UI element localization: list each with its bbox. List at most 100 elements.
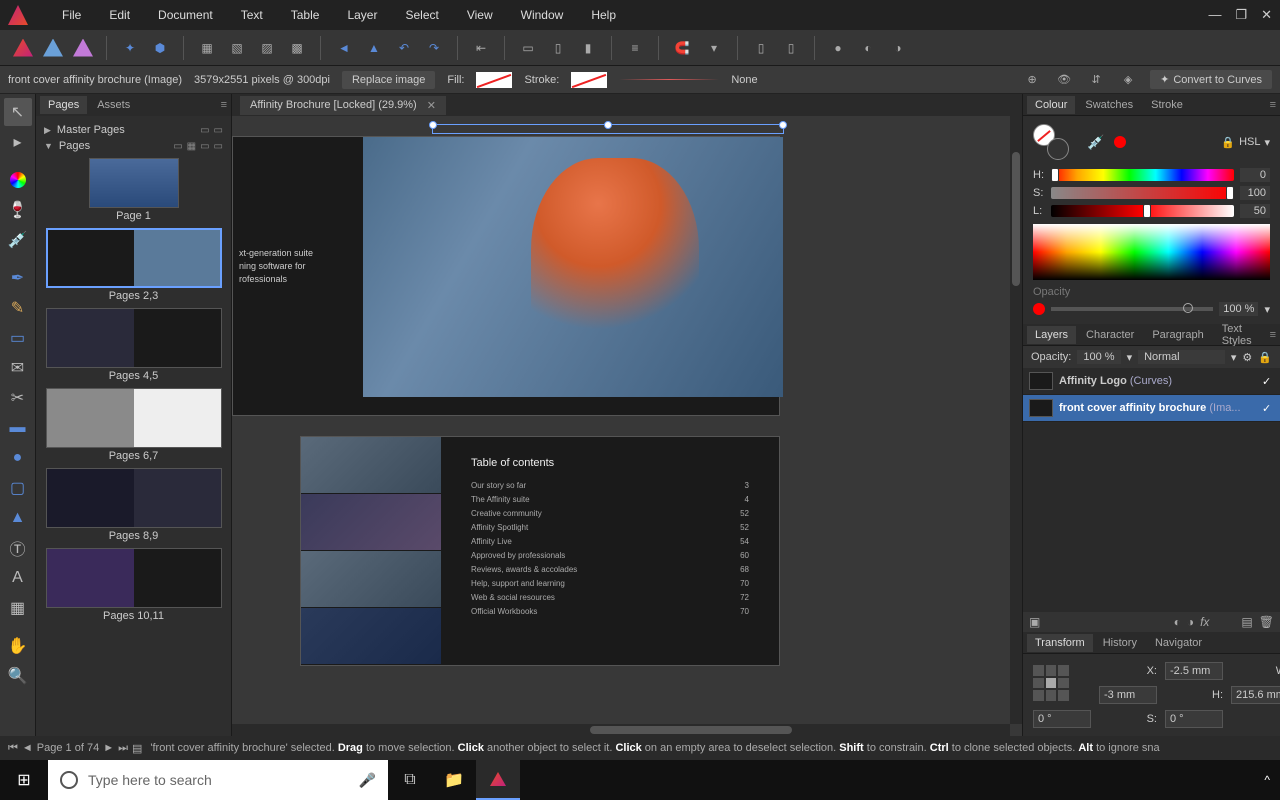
artistic-text-tool[interactable]: A bbox=[4, 564, 32, 592]
boolean-add-icon[interactable]: ● bbox=[825, 35, 851, 61]
move-origin-icon[interactable]: ⊕ bbox=[1022, 70, 1042, 90]
canvas-h-scrollbar[interactable] bbox=[232, 724, 1010, 736]
layer-settings-icon[interactable]: ⚙ bbox=[1242, 351, 1252, 364]
layer-row[interactable]: Affinity Logo (Curves)✓ bbox=[1023, 368, 1280, 395]
menu-document[interactable]: Document bbox=[144, 0, 227, 30]
arrange-back-icon[interactable]: ▦ bbox=[194, 35, 220, 61]
next-page-button[interactable]: ► bbox=[103, 742, 114, 754]
arrange-front-icon[interactable]: ▩ bbox=[284, 35, 310, 61]
adjustment-icon[interactable]: ◑ bbox=[1187, 615, 1194, 629]
tab-stroke[interactable]: Stroke bbox=[1143, 96, 1191, 114]
menu-layer[interactable]: Layer bbox=[333, 0, 391, 30]
lightness-slider[interactable] bbox=[1051, 205, 1234, 217]
tab-paragraph[interactable]: Paragraph bbox=[1144, 326, 1211, 344]
textwrap-tight-icon[interactable]: ▮ bbox=[575, 35, 601, 61]
picture-frame-tool[interactable]: ✉ bbox=[4, 354, 32, 382]
fx-icon[interactable]: fx bbox=[1200, 615, 1209, 629]
page-thumb[interactable] bbox=[46, 308, 222, 368]
frame-text-tool[interactable]: Ⓣ bbox=[4, 534, 32, 562]
node-tool[interactable]: ▸ bbox=[4, 128, 32, 156]
flip-vertical-icon[interactable]: ▲ bbox=[361, 35, 387, 61]
canvas[interactable]: xt-generation suite ning software for ro… bbox=[232, 116, 1022, 736]
preflight-icon[interactable]: ✦ bbox=[117, 35, 143, 61]
menu-view[interactable]: View bbox=[453, 0, 507, 30]
first-page-button[interactable]: ⏮ bbox=[8, 742, 18, 755]
table-tool[interactable]: ▦ bbox=[4, 594, 32, 622]
tab-navigator[interactable]: Navigator bbox=[1147, 634, 1210, 652]
layer-lock-icon[interactable]: 🔒 bbox=[1258, 351, 1272, 364]
rectangle-tool[interactable]: ▬ bbox=[4, 414, 32, 442]
colour-panel-menu-icon[interactable]: ≡ bbox=[1270, 99, 1276, 111]
pen-tool[interactable]: ✒ bbox=[4, 264, 32, 292]
flip-horizontal-icon[interactable]: ◄ bbox=[331, 35, 357, 61]
blend-mode-select[interactable]: Normal bbox=[1138, 350, 1225, 364]
taskbar-app-publisher[interactable] bbox=[476, 760, 520, 800]
page-thumb[interactable] bbox=[46, 388, 222, 448]
stroke-weight-value[interactable]: None bbox=[731, 74, 757, 86]
maximize-button[interactable]: ❐ bbox=[1235, 7, 1247, 23]
layers-panel-menu-icon[interactable]: ≡ bbox=[1270, 329, 1276, 341]
rotate-ccw-icon[interactable]: ↶ bbox=[391, 35, 417, 61]
colour-mode-select[interactable]: HSL bbox=[1239, 136, 1260, 148]
pencil-tool[interactable]: ✎ bbox=[4, 294, 32, 322]
last-page-button[interactable]: ⏭ bbox=[118, 742, 128, 755]
triangle-tool[interactable]: ▲ bbox=[4, 504, 32, 532]
textwrap-square-icon[interactable]: ▯ bbox=[545, 35, 571, 61]
add-layer-icon[interactable]: ▤ bbox=[1241, 615, 1252, 629]
persona-publisher-icon[interactable] bbox=[10, 35, 36, 61]
mic-icon[interactable]: 🎤 bbox=[359, 772, 376, 789]
start-button[interactable]: ⊞ bbox=[0, 760, 48, 800]
boolean-subtract-icon[interactable]: ◐ bbox=[855, 35, 881, 61]
addon-icon[interactable]: ⬢ bbox=[147, 35, 173, 61]
panel-menu-icon[interactable]: ≡ bbox=[221, 99, 227, 111]
transform-s-field[interactable] bbox=[1165, 710, 1223, 728]
persona-designer-icon[interactable] bbox=[40, 35, 66, 61]
eyedropper-icon[interactable]: 💉 bbox=[1087, 134, 1104, 151]
snapping-menu-icon[interactable]: ▾ bbox=[701, 35, 727, 61]
anchor-picker[interactable] bbox=[1033, 665, 1069, 701]
menu-file[interactable]: File bbox=[48, 0, 95, 30]
saturation-slider[interactable] bbox=[1051, 187, 1234, 199]
snapping-icon[interactable]: 🧲 bbox=[669, 35, 695, 61]
rotate-cw-icon[interactable]: ↷ bbox=[421, 35, 447, 61]
place-image-tool[interactable]: ▭ bbox=[4, 324, 32, 352]
colour-picker-tool[interactable] bbox=[4, 166, 32, 194]
unlock-icon[interactable]: ▯ bbox=[778, 35, 804, 61]
page-thumb[interactable] bbox=[89, 158, 179, 208]
opacity-slider[interactable] bbox=[1051, 307, 1213, 311]
transform-h-field[interactable] bbox=[1231, 686, 1280, 704]
tab-character[interactable]: Character bbox=[1078, 326, 1142, 344]
system-tray[interactable]: ^ bbox=[1254, 773, 1280, 787]
file-explorer-icon[interactable]: 📁 bbox=[432, 760, 476, 800]
master-pages-section[interactable]: ▶Master Pages ▭▭ bbox=[40, 122, 227, 138]
fill-tool[interactable]: 🍷 bbox=[4, 196, 32, 224]
ellipse-tool[interactable]: ● bbox=[4, 444, 32, 472]
menu-table[interactable]: Table bbox=[277, 0, 334, 30]
menu-text[interactable]: Text bbox=[227, 0, 277, 30]
close-button[interactable]: ✕ bbox=[1261, 7, 1272, 23]
tab-swatches[interactable]: Swatches bbox=[1077, 96, 1141, 114]
baseline-grid-icon[interactable]: ≡ bbox=[622, 35, 648, 61]
eyedropper-tool[interactable]: 💉 bbox=[4, 226, 32, 254]
document-tab[interactable]: Affinity Brochure [Locked] (29.9%) ✕ bbox=[240, 96, 446, 115]
tab-colour[interactable]: Colour bbox=[1027, 96, 1075, 114]
rounded-rect-tool[interactable]: ▢ bbox=[4, 474, 32, 502]
tab-layers[interactable]: Layers bbox=[1027, 326, 1076, 344]
tab-text-styles[interactable]: Text Styles bbox=[1214, 320, 1268, 350]
page-thumb[interactable] bbox=[46, 548, 222, 608]
fill-stroke-selector[interactable] bbox=[1033, 124, 1069, 160]
lock-icon[interactable]: 🔒 bbox=[1221, 136, 1235, 149]
tab-history[interactable]: History bbox=[1095, 634, 1145, 652]
arrange-forward-icon[interactable]: ▨ bbox=[254, 35, 280, 61]
menu-edit[interactable]: Edit bbox=[95, 0, 144, 30]
page-thumb[interactable] bbox=[46, 228, 222, 288]
move-tool[interactable]: ↖ bbox=[4, 98, 32, 126]
menu-select[interactable]: Select bbox=[391, 0, 452, 30]
page-list-icon[interactable]: ▤ bbox=[132, 742, 142, 755]
task-view-icon[interactable]: ⧉ bbox=[388, 760, 432, 800]
replace-image-button[interactable]: Replace image bbox=[342, 71, 435, 89]
persona-photo-icon[interactable] bbox=[70, 35, 96, 61]
layer-opacity-field[interactable]: 100 % bbox=[1077, 350, 1120, 364]
pages-section[interactable]: ▼Pages ▭▦▭▭ bbox=[40, 138, 227, 154]
minimize-button[interactable]: — bbox=[1208, 7, 1221, 23]
